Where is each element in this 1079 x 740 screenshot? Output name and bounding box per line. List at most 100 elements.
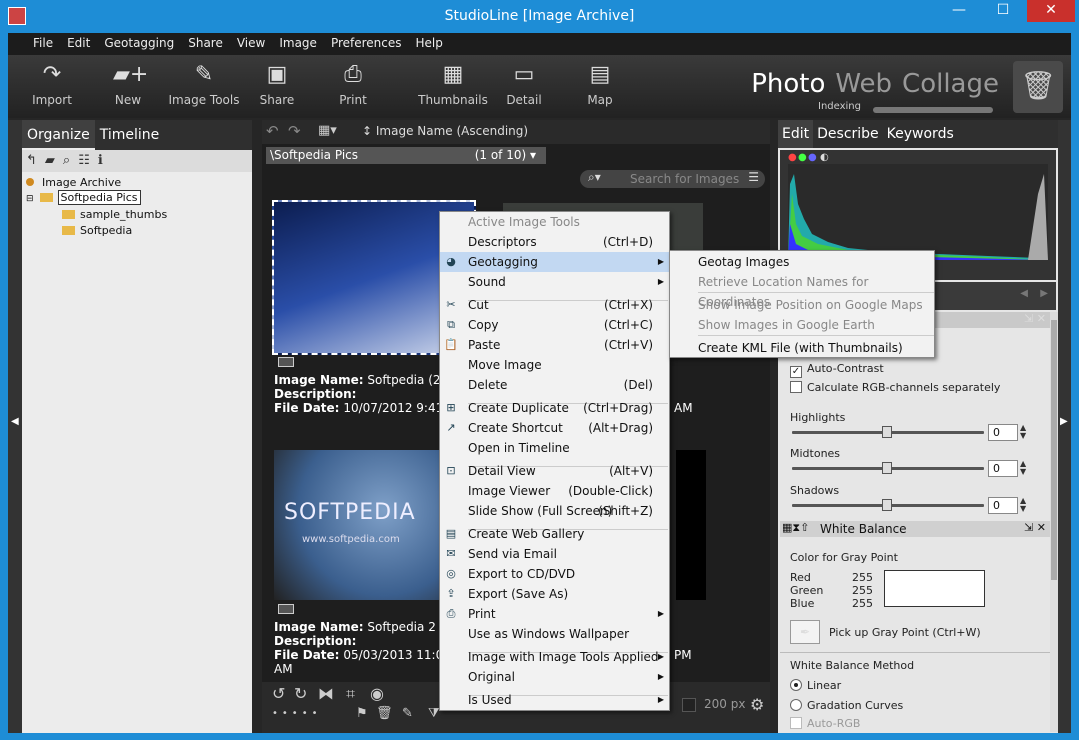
menu-item-descriptors[interactable]: Descriptors (Ctrl+D) — [440, 232, 669, 252]
tree-item-sample-thumbs[interactable]: sample_thumbs — [62, 208, 167, 221]
menu-help[interactable]: Help — [409, 33, 450, 53]
panel-scrollbar[interactable] — [1050, 312, 1058, 732]
tab-organize[interactable]: Organize — [22, 120, 95, 150]
menu-file[interactable]: File — [26, 33, 60, 53]
left-collapse-arrow[interactable]: ◀ — [8, 120, 22, 733]
search-icon[interactable]: ⌕ — [63, 153, 70, 168]
map-button[interactable]: ▤ Map — [578, 55, 622, 107]
auto-rgb-checkbox[interactable]: Auto-RGB — [790, 717, 860, 730]
tree-item-softpedia[interactable]: Softpedia — [62, 224, 132, 237]
menu-item-create-duplicate[interactable]: ⊞ Create Duplicate (Ctrl+Drag) — [440, 398, 669, 418]
new-button[interactable]: ▰+ New — [102, 55, 154, 107]
highlights-spinner[interactable]: ▲ ▼ — [1020, 424, 1030, 441]
menu-item-create-web-gallery[interactable]: ▤ Create Web Gallery — [440, 524, 669, 544]
detail-button[interactable]: ▭ Detail — [502, 55, 546, 107]
print-button[interactable]: ⎙ Print — [328, 55, 378, 107]
channel-green-icon[interactable]: ● — [798, 152, 807, 163]
next-icon[interactable]: ▶ — [1040, 288, 1048, 299]
menu-item-sound[interactable]: Sound ▶ — [440, 272, 669, 292]
menu-item-create-shortcut[interactable]: ↗ Create Shortcut (Alt+Drag) — [440, 418, 669, 438]
submenu-item-retrieve-location-names-for-coordinates[interactable]: Retrieve Location Names for Coordinates — [670, 272, 934, 309]
menu-item-image-with-image-tools-applied[interactable]: Image with Image Tools Applied ▶ — [440, 647, 669, 667]
menu-item-active-image-tools[interactable]: Active Image Tools — [440, 212, 669, 232]
maximize-button[interactable]: ☐ — [983, 0, 1023, 22]
midtones-spinner[interactable]: ▲ ▼ — [1020, 460, 1030, 477]
delete-icon[interactable]: 🗑 — [376, 706, 393, 721]
sort-dropdown[interactable]: ↕ Image Name (Ascending) — [362, 124, 528, 138]
white-balance-header[interactable]: ▦⧗⇧ White Balance ⇲ ✕ — [780, 521, 1050, 537]
menu-item-slide-show-full-screen[interactable]: Slide Show (Full Screen) (Shift+Z) — [440, 501, 669, 521]
menu-item-is-used[interactable]: Is Used ▶ — [440, 690, 669, 710]
filter-icon[interactable]: ⧩ — [428, 706, 440, 721]
panel-controls-icon[interactable]: ⇲ ✕ — [1024, 312, 1046, 325]
rating-dots[interactable]: ••••• — [272, 708, 322, 719]
tab-edit[interactable]: Edit — [778, 120, 814, 148]
menu-item-use-as-windows-wallpaper[interactable]: Use as Windows Wallpaper — [440, 624, 669, 644]
thumbnail-image-4[interactable] — [676, 450, 706, 600]
path-dropdown[interactable]: \Softpedia Pics (1 of 10) ▾ — [266, 147, 546, 164]
tab-timeline[interactable]: Timeline — [95, 120, 165, 148]
menu-share[interactable]: Share — [181, 33, 230, 53]
menu-item-export-to-cd-dvd[interactable]: ◎ Export to CD/DVD — [440, 564, 669, 584]
menu-item-print[interactable]: ⎙ Print ▶ — [440, 604, 669, 624]
share-button[interactable]: ▣ Share — [252, 55, 302, 107]
menu-item-image-viewer[interactable]: Image Viewer (Double-Click) — [440, 481, 669, 501]
view-grid-icon[interactable]: ▦▾ — [318, 123, 337, 138]
flag-icon[interactable]: ⚑ — [356, 706, 368, 721]
back-arrow-icon[interactable]: ↶ — [266, 122, 279, 140]
rgb-separate-checkbox[interactable]: Calculate RGB-channels separately — [790, 381, 1000, 394]
midtones-slider[interactable] — [792, 462, 984, 474]
forward-arrow-icon[interactable]: ↷ — [288, 122, 301, 140]
image-tools-button[interactable]: ✎ Image Tools — [166, 55, 242, 107]
menu-item-send-via-email[interactable]: ✉ Send via Email — [440, 544, 669, 564]
rotate-right-icon[interactable]: ↻ — [294, 684, 307, 703]
panel-tools-icon[interactable]: ▦⧗⇧ — [782, 521, 809, 535]
menu-item-cut[interactable]: ✂ Cut (Ctrl+X) — [440, 295, 669, 315]
submenu-item-geotag-images[interactable]: Geotag Images — [670, 252, 934, 272]
menu-item-detail-view[interactable]: ⊡ Detail View (Alt+V) — [440, 461, 669, 481]
flip-icon[interactable]: ⧓ — [318, 684, 334, 703]
preview-eye-icon[interactable]: ◉ — [370, 684, 384, 703]
tree-item-softpedia-pics[interactable]: ⊟ Softpedia Pics — [26, 190, 141, 205]
menu-geotagging[interactable]: Geotagging — [97, 33, 181, 53]
linear-radio[interactable]: Linear — [790, 679, 841, 692]
highlights-value[interactable]: 0 — [988, 424, 1018, 441]
menu-item-geotagging[interactable]: ◕ Geotagging ▶ — [440, 252, 669, 272]
settings-gear-icon[interactable]: ⚙ — [750, 695, 764, 714]
menu-edit[interactable]: Edit — [60, 33, 97, 53]
menu-item-paste[interactable]: 📋 Paste (Ctrl+V) — [440, 335, 669, 355]
menu-view[interactable]: View — [230, 33, 272, 53]
gray-point-swatch[interactable] — [884, 570, 985, 607]
shadows-spinner[interactable]: ▲ ▼ — [1020, 497, 1030, 514]
rotate-left-icon[interactable]: ↺ — [272, 684, 285, 703]
menu-preferences[interactable]: Preferences — [324, 33, 409, 53]
prev-icon[interactable]: ◀ — [1020, 288, 1028, 299]
thumbnails-button[interactable]: ▦ Thumbnails — [414, 55, 492, 107]
shadows-slider[interactable] — [792, 499, 984, 511]
edit-icon[interactable]: ✎ — [402, 706, 413, 721]
menu-item-export-save-as[interactable]: ⇪ Export (Save As) — [440, 584, 669, 604]
midtones-value[interactable]: 0 — [988, 460, 1018, 477]
import-button[interactable]: ↷ Import — [22, 55, 82, 107]
new-folder-icon[interactable]: ▰ — [45, 153, 55, 168]
channel-red-icon[interactable]: ● — [788, 152, 797, 163]
zoom-toggle[interactable] — [682, 698, 696, 712]
collapse-icon[interactable]: ⊟ — [26, 194, 34, 204]
info-icon[interactable]: ℹ — [98, 153, 103, 168]
right-collapse-arrow[interactable]: ▶ — [1058, 120, 1071, 733]
tree-view-icon[interactable]: ☷ — [78, 153, 90, 168]
submenu-item-show-image-position-on-google-maps[interactable]: Show Image Position on Google Maps — [670, 295, 934, 315]
menu-item-open-in-timeline[interactable]: Open in Timeline — [440, 438, 669, 458]
eyedropper-icon[interactable]: ✒ — [790, 620, 820, 644]
channel-blue-icon[interactable]: ● — [808, 152, 817, 163]
channel-luma-icon[interactable]: ◐ — [820, 152, 829, 163]
submenu-item-create-kml-file-with-thumbnails[interactable]: Create KML File (with Thumbnails) — [670, 338, 934, 358]
menu-item-copy[interactable]: ⧉ Copy (Ctrl+C) — [440, 315, 669, 335]
mode-collage[interactable]: Collage — [902, 69, 999, 99]
crop-icon[interactable]: ⌗ — [346, 684, 355, 704]
menu-item-delete[interactable]: Delete (Del) — [440, 375, 669, 395]
menu-item-move-image[interactable]: Move Image — [440, 355, 669, 375]
minimize-button[interactable]: — — [939, 0, 979, 22]
menu-image[interactable]: Image — [272, 33, 324, 53]
highlights-slider[interactable] — [792, 426, 984, 438]
